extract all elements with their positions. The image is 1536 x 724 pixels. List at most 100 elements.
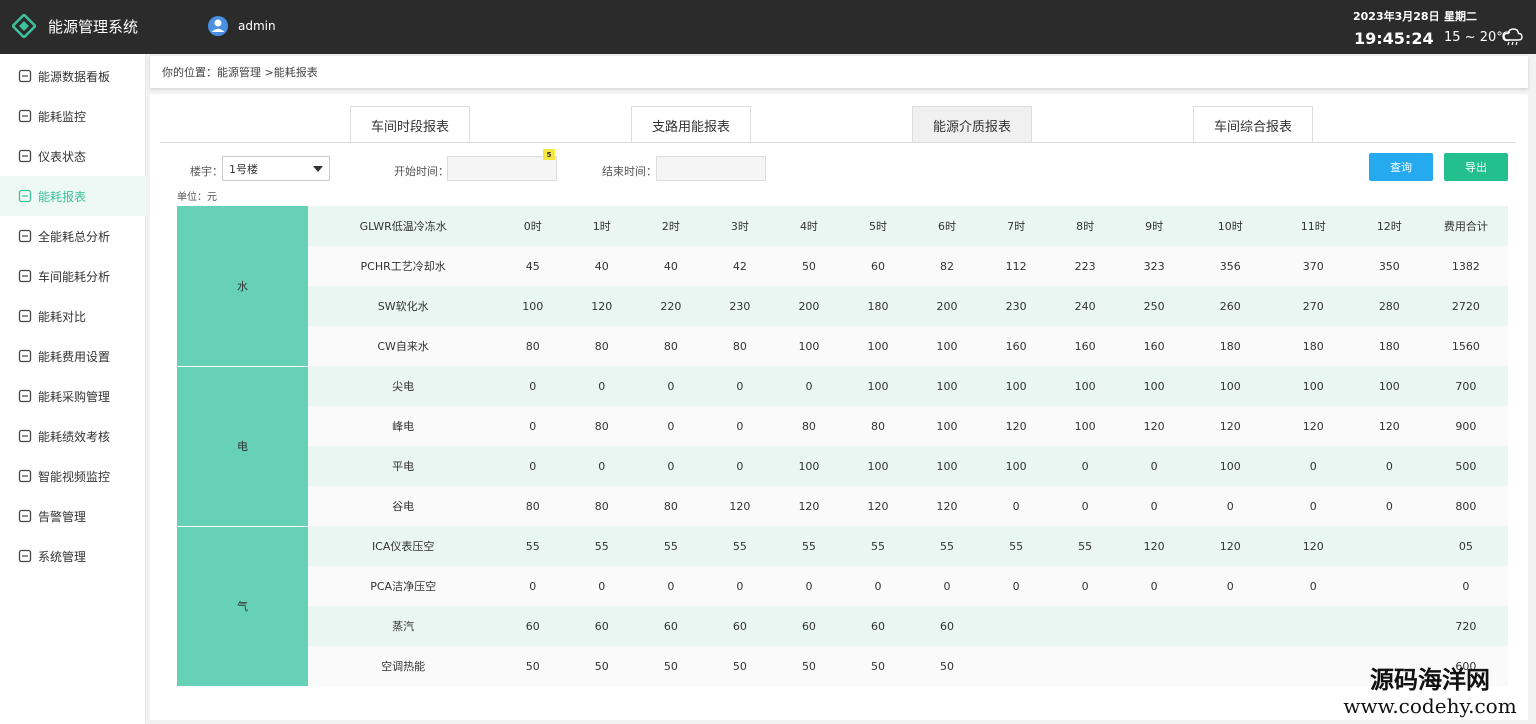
table-cell: 500 [1423,446,1508,486]
column-header: 8时 [1050,206,1120,246]
gear-icon [18,549,32,563]
sidebar-item-label: 系统管理 [38,549,87,564]
table-row: 谷电 80 80 80 120 120 120 120 0 0 0 0 0 0 800 [177,486,1508,526]
table-cell: 60 [498,606,568,646]
table-cell: 120 [705,486,775,526]
sidebar-item-10[interactable]: 智能视频监控 [0,456,146,496]
table-cell: 0 [1050,486,1120,526]
table-cell: 270 [1271,286,1355,326]
start-time-input[interactable] [447,156,557,181]
table-cell: 0 [1271,446,1355,486]
sidebar-item-0[interactable]: 能源数据看板 [0,56,146,96]
table-cell: 0 [705,366,775,406]
tab-energy-medium[interactable]: 能源介质报表 [912,106,1032,143]
sidebar-item-2[interactable]: 仪表状态 [0,136,146,176]
query-button[interactable]: 查询 [1369,153,1433,181]
table-cell: 50 [636,646,706,686]
table-cell: 60 [705,606,775,646]
table-cell: 55 [567,526,637,566]
table-cell: 42 [705,246,775,286]
table-cell [1188,606,1272,646]
sidebar-item-1[interactable]: 能耗监控 [0,96,146,136]
table-cell: 0 [1050,566,1120,606]
table-cell: 100 [1188,366,1272,406]
table-cell: 323 [1119,246,1189,286]
start-time-label: 开始时间： [394,165,449,178]
sidebar-item-8[interactable]: 能耗采购管理 [0,376,146,416]
book-icon [18,309,32,323]
table-cell: 0 [1354,486,1424,526]
site-watermark: 源码海洋网 www.codehy.com [1330,666,1530,718]
chevron-down-icon [313,166,323,172]
table-cell: ICA仪表压空 [308,526,499,566]
current-time: 19:45:24 [1354,29,1434,48]
table-cell: 0 [981,486,1051,526]
table-cell: 100 [1271,366,1355,406]
table-cell: 蒸汽 [308,606,499,646]
sidebar-item-label: 能耗采购管理 [38,389,111,404]
table-cell: 180 [1354,326,1424,366]
table-cell: 50 [705,646,775,686]
sidebar-item-label: 能耗费用设置 [38,349,111,364]
table-cell: 120 [1188,526,1272,566]
table-row: 峰电 0 80 0 0 80 80 100 120 100 120 120 120 120 900 [177,406,1508,446]
table-cell: 100 [981,446,1051,486]
table-cell: 200 [774,286,844,326]
table-cell: 40 [636,246,706,286]
notification-badge: 5 [543,149,555,160]
table-cell: 0 [1119,486,1189,526]
table-cell: 60 [843,246,913,286]
tab-label: 支路用能报表 [651,119,730,135]
building-select[interactable]: 1号楼 [222,156,330,181]
table-cell: 100 [912,406,982,446]
sidebar-item-12[interactable]: 系统管理 [0,536,146,576]
watermark-url: www.codehy.com [1343,694,1517,718]
current-weekday: 星期二 [1444,10,1477,23]
table-cell: 60 [567,606,637,646]
tab-workshop-period[interactable]: 车间时段报表 [350,106,470,143]
sidebar-item-label: 全能耗总分析 [38,229,111,244]
table-cell: 100 [1188,446,1272,486]
trend-icon [18,429,32,443]
gauge-icon [18,149,32,163]
alarm-icon [18,509,32,523]
user-name[interactable]: admin [238,19,276,33]
column-header: 费用合计 [1423,206,1508,246]
sidebar-item-11[interactable]: 告警管理 [0,496,146,536]
tab-workshop-summary[interactable]: 车间综合报表 [1193,106,1313,143]
camera-icon [18,469,32,483]
sidebar-item-label: 能耗对比 [38,309,87,324]
table-row: 蒸汽 60 60 60 60 60 60 60 720 [177,606,1508,646]
sidebar-item-5[interactable]: 车间能耗分析 [0,256,146,296]
table-cell: 700 [1423,366,1508,406]
table-cell [981,646,1051,686]
watermark-title: 源码海洋网 [1370,666,1490,694]
table-cell: 0 [1188,486,1272,526]
sidebar-item-4[interactable]: 全能耗总分析 [0,216,146,256]
table-cell: 223 [1050,246,1120,286]
column-header: 12时 [1354,206,1424,246]
table-cell: 60 [636,606,706,646]
table-cell: 60 [843,606,913,646]
sidebar-item-6[interactable]: 能耗对比 [0,296,146,336]
table-cell: 0 [1119,566,1189,606]
table-cell: 55 [774,526,844,566]
end-time-input[interactable] [656,156,766,181]
export-button[interactable]: 导出 [1444,153,1508,181]
table-cell: 180 [843,286,913,326]
table-cell: 120 [567,286,637,326]
user-avatar-icon[interactable] [207,15,229,37]
tab-branch-energy[interactable]: 支路用能报表 [631,106,751,143]
table-cell: 0 [705,566,775,606]
column-header: 10时 [1188,206,1272,246]
sidebar-item-7[interactable]: 能耗费用设置 [0,336,146,376]
table-cell: 350 [1354,246,1424,286]
table-cell: 50 [912,646,982,686]
sidebar-item-label: 告警管理 [38,509,87,524]
table-cell: 0 [843,566,913,606]
table-cell: 0 [498,366,568,406]
table-cell: 0 [1188,566,1272,606]
sidebar-item-3[interactable]: 能耗报表 [0,176,146,216]
table-cell: 100 [912,446,982,486]
sidebar-item-9[interactable]: 能耗绩效考核 [0,416,146,456]
